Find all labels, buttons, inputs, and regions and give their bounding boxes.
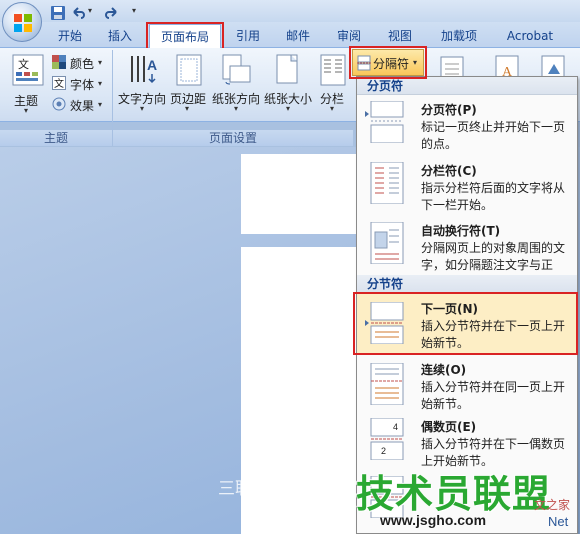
site-watermark: www.jsgho.com [380,512,487,528]
text-direction-icon: A [131,56,157,84]
jishu-watermark: 技术员联盟 [356,472,552,516]
size-dropdown-icon: ▾ [286,104,291,113]
tab-view[interactable]: 视图 [378,24,422,48]
margins-button[interactable]: 页边距 ▾ [170,52,208,116]
undo-icon[interactable] [70,5,86,21]
colors-icon [52,55,66,69]
text-direction-button[interactable]: A 文字方向 ▾ [118,52,168,116]
even-page-title: 偶数页(E) [421,420,477,434]
section-breaks-header: 分节符 [357,275,577,293]
text-direction-dropdown-icon: ▾ [140,104,145,113]
themes-button[interactable]: 文 主题 ▾ [8,54,48,115]
svg-text:文: 文 [54,77,64,90]
tab-acrobat[interactable]: Acrobat [494,24,566,48]
continuous-icon [370,363,404,405]
tab-mailings[interactable]: 邮件 [276,24,320,48]
page-setup-group-caption: 页面设置 [113,130,353,146]
themes-icon: 文 [12,54,44,86]
column-break-desc: 指示分栏符后面的文字将从下一栏开始。 [421,181,566,212]
tab-home[interactable]: 开始 [48,24,92,48]
wenzhijia-watermark: 文之家 [534,498,571,512]
tab-references[interactable]: 引用 [226,24,270,48]
columns-button[interactable]: 分栏 ▾ [318,52,348,116]
fonts-dropdown-icon: ▾ [98,79,103,88]
orientation-button[interactable]: 纸张方向 ▾ [212,52,262,116]
text-wrapping-icon [370,222,404,264]
office-button[interactable] [2,2,42,42]
menu-item-column-break[interactable]: 分栏符(C) 指示分栏符后面的文字将从下一栏开始。 [357,156,577,214]
page-size-icon [276,54,298,84]
next-page-highlight-box [353,292,578,355]
menu-item-text-wrapping[interactable]: 自动换行符(T) 分隔网页上的对象周围的文字，如分隔题注文字与正文。 [357,216,577,289]
margins-icon [176,54,202,86]
menu-item-continuous[interactable]: 连续(O) 插入分节符并在同一页上开始新节。 [357,357,577,413]
tab-review[interactable]: 审阅 [327,24,371,48]
office-logo-icon [14,14,32,32]
columns-dropdown-icon: ▾ [330,104,335,113]
columns-icon [320,54,346,86]
fonts-icon: 文 [52,76,66,90]
customize-toolbar-icon[interactable]: ▾ [132,6,136,15]
effects-dropdown-icon: ▾ [98,100,103,109]
even-page-number-glyph-top: 4 [393,422,398,432]
theme-group-caption: 主题 [0,130,112,146]
page-break-title: 分页符(P) [421,103,477,117]
themes-dropdown-icon: ▾ [24,106,29,115]
page-break-icon [365,101,404,143]
colors-button[interactable]: 颜色 ▾ [52,54,108,72]
size-button[interactable]: 纸张大小 ▾ [264,52,314,116]
effects-label: 效果 [70,99,95,113]
page-breaks-header: 分页符 [357,77,577,95]
orientation-icon [222,54,251,85]
effects-icon [52,97,66,111]
save-icon[interactable] [50,5,66,21]
svg-text:A: A [147,57,157,73]
text-wrapping-title: 自动换行符(T) [421,224,501,238]
menu-item-page-break[interactable]: 分页符(P) 标记一页终止并开始下一页的点。 [357,95,577,153]
document-page-1[interactable] [241,154,357,234]
svg-text:文: 文 [18,57,29,71]
even-page-icon: 4 2 [370,418,404,460]
tab-insert[interactable]: 插入 [98,24,142,48]
colors-dropdown-icon: ▾ [98,58,103,67]
net-watermark: Net [548,514,569,529]
breaks-highlight-box [349,46,427,79]
sanlian-watermark: 三联网 3LIAN [218,479,321,498]
even-page-number-glyph: 2 [381,446,386,456]
tab-highlight-box [146,22,224,51]
margins-dropdown-icon: ▾ [185,104,190,113]
fonts-button[interactable]: 文 字体 ▾ [52,75,108,93]
fonts-label: 字体 [70,78,95,92]
orientation-dropdown-icon: ▾ [234,104,239,113]
continuous-desc: 插入分节符并在同一页上开始新节。 [421,380,566,411]
undo-dropdown-icon[interactable]: ▾ [88,6,92,15]
colors-label: 颜色 [70,57,95,71]
effects-button[interactable]: 效果 ▾ [52,96,108,114]
page-break-desc: 标记一页终止并开始下一页的点。 [421,120,566,151]
column-break-icon [370,162,404,204]
column-break-title: 分栏符(C) [421,164,477,178]
redo-icon[interactable] [104,5,120,21]
tab-add-ins[interactable]: 加载项 [430,24,488,48]
menu-item-even-page[interactable]: 4 2 偶数页(E) 插入分节符并在下一偶数页上开始新节。 [357,414,577,470]
quick-access-toolbar: ▾ ▾ [48,2,154,20]
continuous-title: 连续(O) [421,363,467,377]
